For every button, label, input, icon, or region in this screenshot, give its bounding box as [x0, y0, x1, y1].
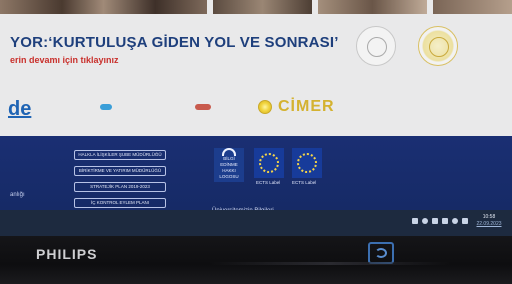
monitor-photo: YOR:‘KURTULUŞA GİDEN YOL VE SONRASI’ eri…: [0, 0, 512, 284]
announcement-title[interactable]: YOR:‘KURTULUŞA GİDEN YOL VE SONRASI’: [10, 34, 339, 51]
network-icon[interactable]: [422, 218, 428, 224]
information-access-badge[interactable]: BİLGİ EDİNME HAKKI LOGOSU: [214, 148, 244, 182]
eu-caption: ECTS Label: [292, 180, 317, 185]
footer-link-button[interactable]: HALKLA İLİŞKİLER ŞUBE MÜDÜRLÜĞÜ: [74, 150, 166, 160]
clock-time: 10:58: [482, 214, 496, 220]
partner-logo-de[interactable]: de: [8, 98, 31, 121]
footer-link-button[interactable]: İÇ KONTROL EYLEM PLANI: [74, 198, 166, 208]
settings-icon[interactable]: [412, 218, 418, 224]
partner-logo-dsgm[interactable]: [178, 104, 228, 111]
partner-logos: de CİMER: [0, 88, 512, 128]
arti-logo-icon: [100, 104, 112, 110]
taskbar-clock[interactable]: 10:58 22.09.2023: [470, 214, 508, 228]
browser-viewport: YOR:‘KURTULUŞA GİDEN YOL VE SONRASI’ eri…: [0, 0, 512, 236]
eu-caption: ECTS Label: [256, 180, 281, 185]
footer-link-button[interactable]: STRATEJİK PLAN 2019-2023: [74, 182, 166, 192]
windows-taskbar: 10:58 22.09.2023: [0, 210, 512, 236]
cimer-label: CİMER: [278, 98, 335, 115]
header-photo[interactable]: [318, 0, 427, 14]
announcement-link[interactable]: erin devamı için tıklayınız: [10, 55, 119, 65]
eu-flag-icon[interactable]: [254, 148, 284, 178]
keyboard-icon[interactable]: [462, 218, 468, 224]
site-footer: HALKLA İLİŞKİLER ŞUBE MÜDÜRLÜĞÜ BİRİKTİR…: [0, 136, 512, 214]
chat-icon[interactable]: [442, 218, 448, 224]
badge-label: BİLGİ EDİNME HAKKI LOGOSU: [219, 156, 239, 179]
dsgm-logo-icon: [195, 104, 211, 110]
clock-date: 22.09.2023: [476, 221, 502, 227]
footer-link-button[interactable]: BİRİKTİRME VE YATIRIM MÜDÜRLÜĞÜ: [74, 166, 166, 176]
badge-arc-icon: [222, 148, 236, 156]
partner-logo-cimer[interactable]: CİMER: [258, 96, 335, 118]
monitor-bezel: PHILIPS: [0, 236, 512, 284]
partner-logo-arti[interactable]: [86, 104, 126, 111]
cimer-sun-icon: [258, 100, 272, 114]
header-photo[interactable]: [213, 0, 313, 14]
eu-flag-icon[interactable]: [292, 148, 322, 178]
energy-star-icon: [368, 242, 394, 264]
monitor-brand-logo: PHILIPS: [36, 246, 98, 262]
ataturk-seal-icon[interactable]: [356, 26, 396, 66]
battery-icon[interactable]: [432, 218, 438, 224]
system-tray: [412, 218, 468, 224]
header-photo[interactable]: [0, 0, 208, 14]
header-photo[interactable]: [432, 0, 512, 14]
desk-reflection: [210, 262, 450, 265]
photo-strip: [0, 0, 512, 14]
anniversary-seal-icon[interactable]: [418, 26, 458, 66]
footer-org-text: anlığı: [10, 192, 25, 198]
volume-icon[interactable]: [452, 218, 458, 224]
